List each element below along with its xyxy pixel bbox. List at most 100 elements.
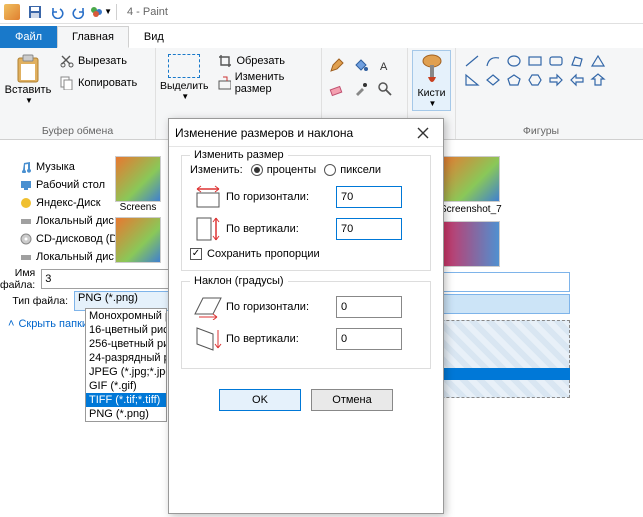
cut-button[interactable]: Вырезать (56, 50, 141, 72)
tab-file[interactable]: Файл (0, 26, 57, 48)
desktop-icon (20, 179, 32, 191)
clipboard-icon (14, 54, 42, 84)
radio-pixels[interactable]: пиксели (324, 164, 381, 176)
shapes-gallery[interactable] (460, 50, 610, 91)
group-clipboard-label: Буфер обмена (4, 124, 151, 139)
resize-icon (218, 76, 230, 90)
vert-label: По вертикали: (226, 223, 336, 235)
chevron-down-icon: ▼ (429, 99, 437, 108)
resize-skew-dialog: Изменение размеров и наклона Изменить ра… (168, 118, 444, 514)
shape-roundrect[interactable] (546, 52, 566, 70)
filetype-dropdown[interactable]: Монохромный ри 16-цветный рису 256-цветн… (85, 308, 167, 422)
shape-rect[interactable] (525, 52, 545, 70)
filename-label: Имя файла: (0, 267, 41, 291)
filetype-label: Тип файла: (0, 295, 74, 307)
drive-icon (20, 251, 32, 263)
close-icon (417, 127, 429, 139)
format-option[interactable]: GIF (*.gif) (86, 379, 166, 393)
group-shapes-label: Фигуры (460, 124, 622, 139)
shape-arrow-right[interactable] (546, 71, 566, 89)
pencil-tool[interactable] (326, 54, 348, 76)
horiz-label: По горизонтали: (226, 191, 336, 203)
format-option-selected[interactable]: TIFF (*.tif;*.tiff) (86, 393, 166, 407)
paste-button[interactable]: Вставить ▼ (4, 50, 52, 105)
copy-icon (60, 76, 74, 90)
skew-horiz-label: По горизонтали: (226, 301, 336, 313)
thumbnail[interactable]: Screenshot_7 (440, 156, 502, 267)
format-option[interactable]: 16-цветный рису (86, 323, 166, 337)
eraser-tool[interactable] (326, 78, 348, 100)
shape-triangle[interactable] (588, 52, 608, 70)
resize-horiz-input[interactable] (336, 186, 402, 208)
ribbon-tabs: Файл Главная Вид (0, 24, 643, 48)
resize-button[interactable]: Изменить размер (214, 72, 317, 94)
shape-arrow-left[interactable] (567, 71, 587, 89)
cd-icon (20, 233, 32, 245)
shape-arrow-up[interactable] (588, 71, 608, 89)
shape-hexagon[interactable] (525, 71, 545, 89)
shape-curve[interactable] (483, 52, 503, 70)
radio-percent[interactable]: проценты (251, 164, 317, 176)
hide-folders-link[interactable]: ˄Скрыть папки (8, 318, 88, 330)
cancel-button[interactable]: Отмена (311, 389, 393, 411)
redo-icon[interactable] (68, 1, 90, 23)
skew-horiz-input[interactable] (336, 296, 402, 318)
brushes-label: Кисти (418, 87, 446, 99)
magnifier-tool[interactable] (374, 78, 396, 100)
music-icon (20, 161, 32, 173)
skew-vert-label: По вертикали: (226, 333, 336, 345)
skew-fieldset: Наклон (градусы) По горизонтали: По верт… (181, 281, 431, 369)
copy-button[interactable]: Копировать (56, 72, 141, 94)
thumbnail-image (115, 156, 161, 202)
shape-diamond[interactable] (483, 71, 503, 89)
resize-vert-icon (190, 216, 226, 242)
drive-icon (20, 215, 32, 227)
thumbnail[interactable]: Screens (114, 156, 162, 263)
file-thumbnails: Screens (114, 156, 162, 263)
chevron-up-icon: ˄ (8, 318, 14, 330)
app-icon (4, 4, 20, 20)
resize-vert-input[interactable] (336, 218, 402, 240)
paste-label: Вставить (5, 84, 52, 96)
close-button[interactable] (409, 123, 437, 143)
brush-icon (418, 53, 446, 87)
bucket-tool[interactable] (350, 54, 372, 76)
window-title: 4 - Paint (127, 6, 168, 18)
tab-home[interactable]: Главная (57, 26, 129, 48)
picker-tool[interactable] (350, 78, 372, 100)
format-option[interactable]: JPEG (*.jpg;*.jpeg) (86, 365, 166, 379)
skew-horiz-icon (190, 294, 226, 320)
titlebar: ▼ 4 - Paint (0, 0, 643, 24)
format-option[interactable]: Монохромный ри (86, 309, 166, 323)
ok-button[interactable]: OK (219, 389, 301, 411)
format-option[interactable]: PNG (*.png) (86, 407, 166, 421)
format-option[interactable]: 24-разрядный ри (86, 351, 166, 365)
brushes-button[interactable]: Кисти ▼ (412, 50, 451, 111)
text-tool[interactable]: A (374, 54, 396, 76)
resize-fieldset: Изменить размер Изменить: проценты пиксе… (181, 155, 431, 271)
qat-customize-icon[interactable]: ▼ (90, 1, 112, 23)
crop-button[interactable]: Обрезать (214, 50, 317, 72)
skew-vert-icon (190, 326, 226, 352)
dialog-title: Изменение размеров и наклона (175, 126, 409, 140)
shape-right-triangle[interactable] (462, 71, 482, 89)
separator (116, 4, 117, 20)
disk-icon (20, 197, 32, 209)
undo-icon[interactable] (46, 1, 68, 23)
crop-icon (218, 54, 232, 68)
thumbnail-image (115, 217, 161, 263)
thumbnail-image (440, 221, 500, 267)
format-option[interactable]: 256-цветный рис (86, 337, 166, 351)
shape-line[interactable] (462, 52, 482, 70)
shape-polygon[interactable] (567, 52, 587, 70)
tab-view[interactable]: Вид (129, 26, 179, 48)
skew-vert-input[interactable] (336, 328, 402, 350)
chevron-down-icon: ▼ (25, 96, 33, 105)
select-icon[interactable] (168, 54, 200, 78)
keep-aspect-checkbox[interactable]: Сохранить пропорции (190, 248, 422, 260)
shape-pentagon[interactable] (504, 71, 524, 89)
shape-oval[interactable] (504, 52, 524, 70)
resize-horiz-icon (190, 184, 226, 210)
chevron-down-icon: ▼ (181, 92, 189, 101)
save-icon[interactable] (24, 1, 46, 23)
